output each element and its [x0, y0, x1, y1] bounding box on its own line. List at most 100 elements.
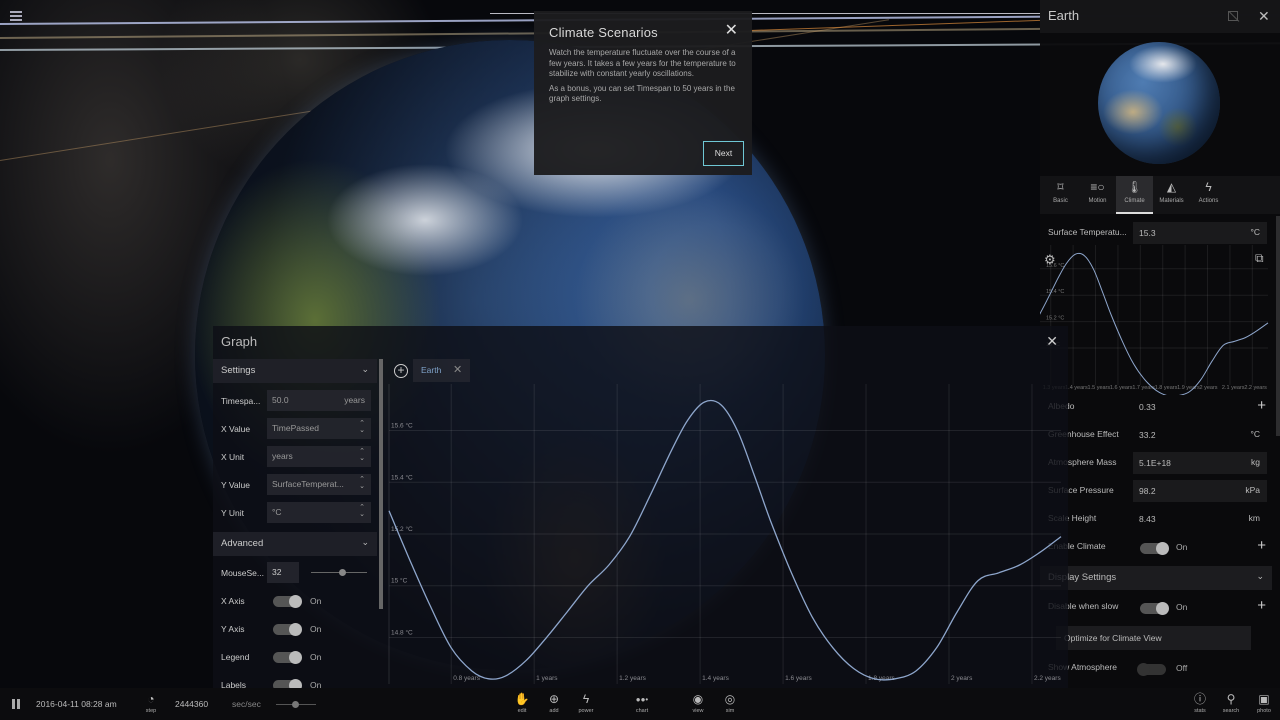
power-button[interactable]: ϟ power	[571, 691, 601, 714]
sim-button[interactable]: ◎ sim	[715, 691, 745, 714]
x-unit-select[interactable]: years ⌃ ⌄	[267, 446, 371, 467]
tool-label: stats	[1194, 708, 1206, 714]
add-graph-icon[interactable]: +	[1257, 598, 1266, 613]
surface-temperature-field[interactable]: 15.3	[1133, 222, 1267, 244]
scale-height-value[interactable]: 8.43	[1133, 508, 1267, 530]
disable-when-slow-toggle[interactable]	[1140, 602, 1169, 615]
select-value: °C	[272, 507, 282, 517]
y-axis-toggle[interactable]	[273, 623, 302, 636]
mouse-sensitivity-slider[interactable]	[311, 569, 367, 576]
tab-materials[interactable]: ◭ Materials	[1153, 176, 1190, 214]
y-tick-label: 15 °C	[391, 577, 408, 585]
close-icon[interactable]: ✕	[1046, 333, 1058, 350]
photo-button[interactable]: ▣ photo	[1249, 691, 1279, 714]
timespan-input[interactable]: 50.0 years	[267, 390, 371, 411]
search-icon: ⚲	[1226, 692, 1236, 706]
edit-button[interactable]: ✋ edit	[507, 691, 537, 714]
slider-handle[interactable]	[339, 569, 346, 576]
enable-climate-row: Enable Climate On +	[1040, 534, 1280, 562]
earth-preview[interactable]	[1098, 42, 1220, 164]
add-series-icon[interactable]: +	[394, 364, 408, 378]
albedo-value[interactable]: 0.33	[1133, 396, 1267, 418]
chart-icon: ●●•	[635, 695, 649, 704]
bookmark-icon: ⌑	[1057, 180, 1064, 194]
graph-plot-area[interactable]: 0.8 years 1 years 1.2 years 1.4 years 1.6 ye…	[385, 358, 1068, 688]
toggle-state: On	[310, 652, 322, 662]
field-label: Y Unit	[221, 508, 244, 518]
stats-button[interactable]: ⓘ stats	[1185, 691, 1215, 714]
settings-section-header[interactable]: Settings ⌄	[213, 359, 377, 383]
sim-icon: ◎	[724, 692, 736, 706]
x-tick-label: 2 years	[951, 675, 973, 682]
x-tick-label: 1 years	[536, 675, 558, 682]
hide-camera-icon[interactable]	[1228, 11, 1238, 21]
hamburger-menu-icon[interactable]	[10, 11, 22, 21]
simulation-date: 2016-04-11 08:28 am	[36, 699, 117, 709]
close-icon[interactable]: ✕	[1258, 8, 1270, 25]
chevron-down-icon: ⌄	[1256, 571, 1264, 581]
settings-scrollbar[interactable]	[379, 359, 383, 609]
close-icon[interactable]: ✕	[725, 23, 738, 39]
mouse-sensitivity-input[interactable]: 32	[267, 562, 299, 583]
tool-label: search	[1222, 708, 1240, 714]
step-button[interactable]: ◔ step	[136, 691, 166, 714]
property-unit: km	[1248, 513, 1260, 523]
x-value-select[interactable]: TimePassed ⌃ ⌄	[267, 418, 371, 439]
y-unit-select[interactable]: °C ⌃ ⌄	[267, 502, 371, 523]
optimize-climate-view-button[interactable]: Optimize for Climate View	[1056, 626, 1251, 650]
atmosphere-mass-field[interactable]: 5.1E+18	[1133, 452, 1267, 474]
show-atmosphere-toggle[interactable]	[1137, 663, 1166, 676]
info-icon: ⓘ	[1193, 692, 1206, 706]
field-label: Legend	[221, 652, 250, 662]
add-graph-icon[interactable]: +	[1257, 398, 1266, 413]
updown-icon: ⌃ ⌄	[359, 476, 365, 490]
panel-scrollbar[interactable]	[1276, 216, 1280, 436]
graph-window: Graph ✕ Settings ⌄ Timespa... 50.0 years …	[213, 326, 1068, 688]
advanced-section-header[interactable]: Advanced ⌄	[213, 532, 377, 556]
y-value-row: Y Value SurfaceTemperat... ⌃ ⌄	[213, 474, 377, 498]
tutorial-title: Climate Scenarios	[549, 25, 658, 40]
speed-input[interactable]: 2444360	[175, 699, 211, 709]
labels-toggle[interactable]	[273, 679, 302, 688]
y-tick-label: 15.6 °C	[391, 422, 413, 430]
enable-climate-toggle[interactable]	[1140, 542, 1169, 555]
tool-label: photo	[1257, 708, 1271, 714]
thermometer-icon: 🌡	[1126, 180, 1143, 194]
x-axis-toggle[interactable]	[273, 595, 302, 608]
add-graph-icon[interactable]: +	[1257, 538, 1266, 553]
slider-handle[interactable]	[292, 701, 299, 708]
tab-actions[interactable]: ϟ Actions	[1190, 176, 1227, 214]
scale-height-row: Scale Height 8.43 km	[1040, 506, 1280, 534]
add-button[interactable]: ⊕ add	[539, 691, 569, 714]
tutorial-text: Watch the temperature fluctuate over the…	[549, 48, 736, 78]
chart-button[interactable]: ●●• chart	[627, 691, 657, 714]
greenhouse-effect-value[interactable]: 33.2	[1133, 424, 1267, 446]
field-label: MouseSe...	[221, 568, 264, 578]
legend-toggle[interactable]	[273, 651, 302, 664]
speed-unit: sec/sec	[232, 699, 261, 709]
y-value-select[interactable]: SurfaceTemperat... ⌃ ⌄	[267, 474, 371, 495]
remove-series-icon[interactable]: ✕	[453, 363, 462, 376]
tab-basic[interactable]: ⌑ Basic	[1042, 176, 1079, 214]
mini-x-tick-label: 2 years	[1200, 385, 1218, 391]
x-tick-label: 1.6 years	[785, 675, 812, 682]
speed-slider[interactable]	[276, 701, 316, 708]
gear-icon[interactable]: ⚙	[1044, 252, 1056, 268]
tool-label: view	[692, 708, 704, 714]
open-external-icon[interactable]: ⧉	[1255, 251, 1264, 266]
temperature-chart[interactable]: 0.8 years 1 years 1.2 years 1.4 years 1.6 ye…	[385, 358, 1068, 688]
bottom-toolbar: 2016-04-11 08:28 am ◔ step 2444360 sec/s…	[0, 688, 1280, 720]
view-button[interactable]: ◉ view	[683, 691, 713, 714]
tab-motion[interactable]: ≡○ Motion	[1079, 176, 1116, 214]
display-settings-header[interactable]: Display Settings ⌄	[1040, 566, 1272, 590]
pause-icon[interactable]	[12, 699, 20, 709]
next-button[interactable]: Next	[703, 141, 744, 166]
series-chip-earth[interactable]: Earth ✕	[413, 359, 470, 382]
series-name[interactable]: Earth	[421, 365, 441, 375]
y-axis-row: Y Axis On	[213, 618, 377, 642]
mini-temperature-chart[interactable]: 1.3 years1.4 years1.5 years1.6 years1.7 …	[1040, 245, 1272, 395]
mini-x-tick-label: 1.8 years	[1155, 385, 1178, 391]
search-button[interactable]: ⚲ search	[1216, 691, 1246, 714]
show-atmosphere-row: Show Atmosphere Off	[1040, 655, 1280, 683]
tab-climate[interactable]: 🌡 Climate	[1116, 176, 1153, 214]
